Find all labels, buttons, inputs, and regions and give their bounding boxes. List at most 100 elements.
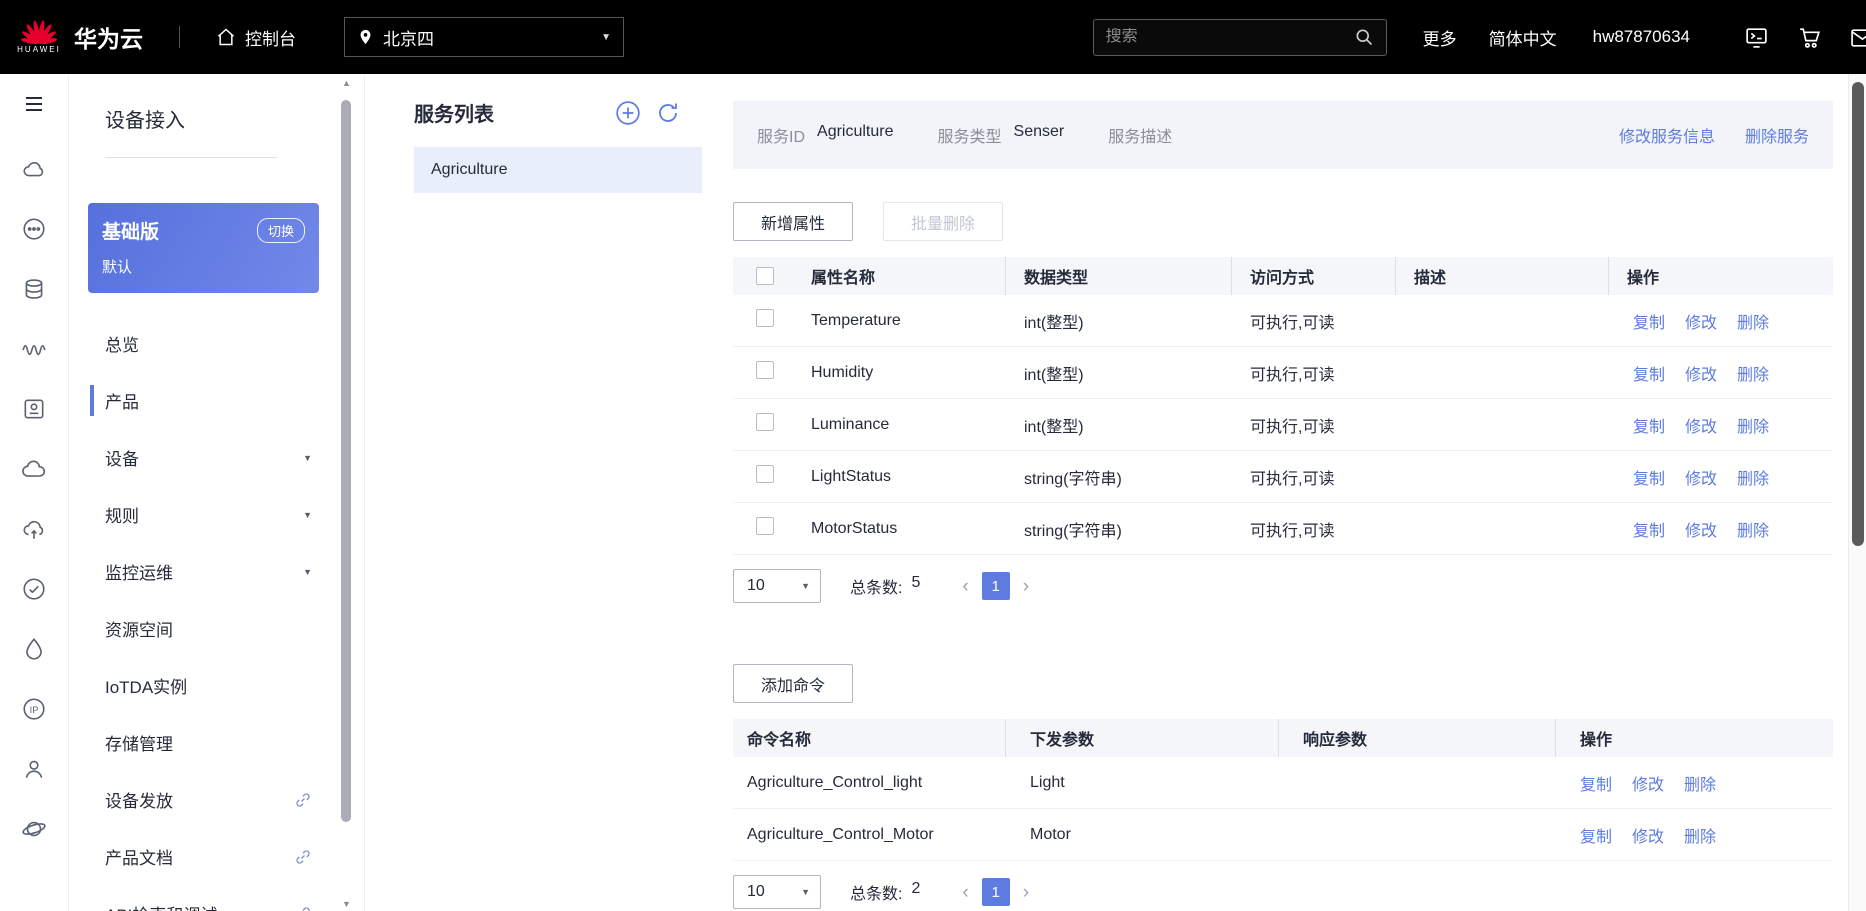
modify-link[interactable]: 修改 — [1685, 309, 1717, 333]
page-size-select[interactable]: 10 ▼ — [733, 569, 821, 603]
scroll-up-arrow[interactable]: ▲ — [341, 78, 352, 88]
delete-service-link[interactable]: 删除服务 — [1745, 123, 1809, 147]
delete-link[interactable]: 删除 — [1737, 465, 1769, 489]
service-list-item-agriculture[interactable]: Agriculture — [414, 147, 702, 193]
sidebar-item-products[interactable]: 产品 — [90, 372, 364, 429]
chevron-down-icon: ▼ — [303, 509, 312, 520]
delete-link[interactable]: 删除 — [1737, 413, 1769, 437]
storage-icon[interactable] — [21, 276, 47, 302]
next-page-arrow[interactable]: › — [1023, 577, 1029, 596]
modify-link[interactable]: 修改 — [1685, 361, 1717, 385]
more-services-icon[interactable] — [21, 216, 47, 242]
service-type-label: 服务类型 — [937, 129, 1002, 146]
shopping-cart-icon[interactable] — [1797, 25, 1822, 50]
sidebar-item-rules[interactable]: 规则 ▼ — [105, 486, 364, 543]
sidebar-item-resource-spaces[interactable]: 资源空间 — [105, 600, 364, 657]
sidebar-scrollbar-thumb[interactable] — [341, 100, 351, 822]
global-network-icon[interactable] — [21, 816, 47, 842]
property-name: LightStatus — [811, 467, 892, 485]
search-icon[interactable] — [1354, 27, 1374, 47]
modify-service-link[interactable]: 修改服务信息 — [1619, 123, 1715, 147]
page-scrollbar-thumb[interactable] — [1852, 82, 1864, 546]
sidebar-item-api-explorer[interactable]: API检索和调试 — [105, 885, 364, 911]
property-access: 可执行,可读 — [1250, 366, 1335, 384]
select-all-checkbox[interactable] — [756, 267, 774, 285]
edition-card: 基础版 切换 默认 — [88, 203, 319, 293]
row-checkbox[interactable] — [756, 413, 774, 431]
property-row: Humidity int(整型) 可执行,可读 复制 修改 删除 — [733, 347, 1833, 399]
prev-page-arrow[interactable]: ‹ — [962, 577, 968, 596]
copy-link[interactable]: 复制 — [1633, 309, 1665, 333]
batch-delete-button[interactable]: 批量删除 — [883, 202, 1004, 241]
row-actions: 复制 修改 删除 — [1556, 823, 1833, 847]
col-command-name: 命令名称 — [733, 719, 1006, 757]
language-switcher[interactable]: 简体中文 — [1489, 25, 1557, 50]
delete-link[interactable]: 删除 — [1737, 517, 1769, 541]
property-type: int(整型) — [1024, 314, 1084, 332]
copy-link[interactable]: 复制 — [1633, 517, 1665, 541]
copy-link[interactable]: 复制 — [1633, 413, 1665, 437]
switch-edition-button[interactable]: 切换 — [256, 218, 305, 243]
modify-link[interactable]: 修改 — [1685, 465, 1717, 489]
huawei-logo[interactable]: HUAWEI — [16, 20, 62, 54]
container-icon[interactable] — [21, 396, 47, 422]
sidebar-item-device-provisioning[interactable]: 设备发放 — [105, 771, 364, 828]
delete-link[interactable]: 删除 — [1737, 361, 1769, 385]
command-param: Light — [1030, 773, 1065, 791]
hamburger-menu-icon[interactable] — [22, 92, 46, 116]
page-number[interactable]: 1 — [981, 878, 1010, 906]
region-selector[interactable]: 北京四 ▼ — [344, 17, 624, 57]
copy-link[interactable]: 复制 — [1633, 361, 1665, 385]
delete-link[interactable]: 删除 — [1737, 309, 1769, 333]
add-service-button[interactable] — [615, 100, 641, 126]
cloud-server-icon[interactable] — [21, 156, 47, 182]
console-terminal-icon[interactable] — [1744, 25, 1769, 50]
sidebar-item-monitoring[interactable]: 监控运维 ▼ — [105, 543, 364, 600]
row-checkbox[interactable] — [756, 517, 774, 535]
scroll-down-arrow[interactable]: ▼ — [341, 899, 352, 909]
delete-link[interactable]: 删除 — [1684, 771, 1716, 795]
refresh-icon[interactable] — [656, 101, 680, 125]
search-input[interactable] — [1105, 28, 1354, 46]
sidebar-item-overview[interactable]: 总览 — [105, 315, 364, 372]
modify-link[interactable]: 修改 — [1685, 413, 1717, 437]
add-command-button[interactable]: 添加命令 — [733, 664, 854, 703]
modify-link[interactable]: 修改 — [1632, 771, 1664, 795]
modify-link[interactable]: 修改 — [1632, 823, 1664, 847]
monitor-waves-icon[interactable] — [21, 336, 47, 362]
sidebar-item-storage[interactable]: 存储管理 — [105, 714, 364, 771]
copy-link[interactable]: 复制 — [1580, 771, 1612, 795]
sidebar-item-devices[interactable]: 设备 ▼ — [105, 429, 364, 486]
page-size-select[interactable]: 10 ▼ — [733, 875, 821, 909]
elastic-ip-icon[interactable]: IP — [21, 696, 47, 722]
modify-link[interactable]: 修改 — [1685, 517, 1717, 541]
mail-icon[interactable] — [1850, 25, 1866, 50]
commands-pagination: 10 ▼ 总条数: 2 ‹ 1 › — [733, 875, 1833, 909]
cloud-sync-icon[interactable] — [21, 516, 47, 542]
copy-link[interactable]: 复制 — [1633, 465, 1665, 489]
page-number[interactable]: 1 — [981, 572, 1010, 600]
account-username[interactable]: hw87870634 — [1593, 27, 1690, 47]
data-flow-icon[interactable] — [21, 636, 47, 662]
user-group-icon[interactable] — [21, 756, 47, 782]
more-menu[interactable]: 更多 — [1423, 25, 1457, 50]
prev-page-arrow[interactable]: ‹ — [962, 883, 968, 902]
property-row: MotorStatus string(字符串) 可执行,可读 复制 修改 删除 — [733, 503, 1833, 555]
copy-link[interactable]: 复制 — [1580, 823, 1612, 847]
next-page-arrow[interactable]: › — [1023, 883, 1029, 902]
sidebar-item-product-docs[interactable]: 产品文档 — [105, 828, 364, 885]
row-checkbox[interactable] — [756, 309, 774, 327]
cloud-icon[interactable] — [21, 456, 47, 482]
row-checkbox[interactable] — [756, 465, 774, 483]
service-info-bar: 服务ID Agriculture 服务类型 Senser 服务描述 修改服务信息… — [733, 101, 1833, 169]
property-name: Humidity — [811, 363, 874, 381]
main-content: 服务ID Agriculture 服务类型 Senser 服务描述 修改服务信息… — [733, 74, 1833, 911]
global-search — [1092, 18, 1387, 56]
add-property-button[interactable]: 新增属性 — [733, 202, 854, 241]
row-checkbox[interactable] — [756, 361, 774, 379]
security-check-icon[interactable] — [21, 576, 47, 602]
delete-link[interactable]: 删除 — [1684, 823, 1716, 847]
command-name: Agriculture_Control_Motor — [747, 825, 934, 843]
sidebar-item-iotda-instances[interactable]: IoTDA实例 — [105, 657, 364, 714]
console-link[interactable]: 控制台 — [216, 25, 296, 50]
